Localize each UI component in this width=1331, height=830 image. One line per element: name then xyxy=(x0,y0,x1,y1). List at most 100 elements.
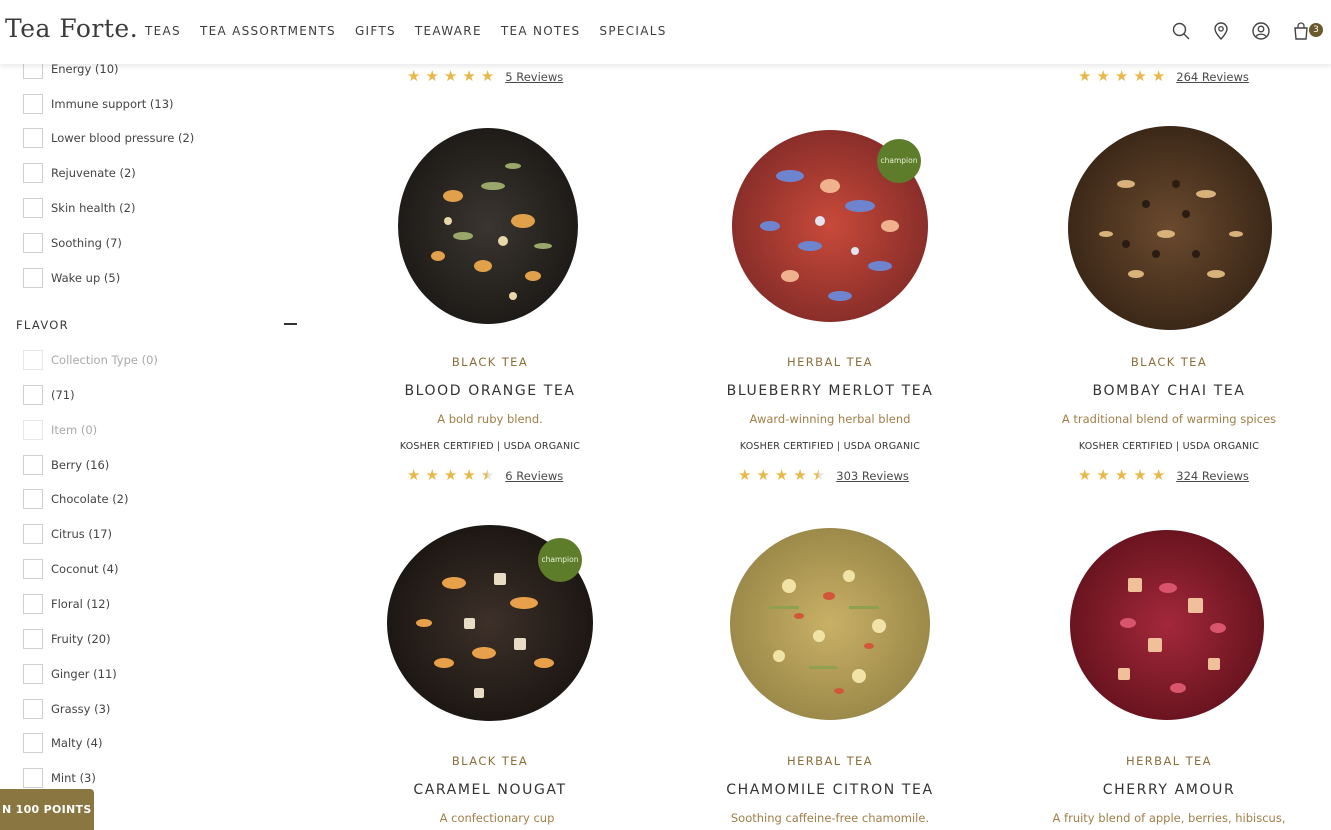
filter-checkbox[interactable] xyxy=(23,489,43,509)
reviews-link[interactable]: 264 Reviews xyxy=(1176,70,1249,84)
star-icon: ★ xyxy=(425,68,439,85)
star-icon: ★ xyxy=(480,68,495,85)
filter-soothing[interactable]: Soothing (7) xyxy=(23,233,122,253)
filter-label: Rejuvenate (2) xyxy=(51,166,136,180)
star-icon: ★ xyxy=(443,467,458,484)
filter-label: Wake up (5) xyxy=(51,271,121,285)
half-star-icon: ★ xyxy=(811,467,826,484)
star-icon: ★ xyxy=(462,467,476,484)
filter-unnamed[interactable]: (71) xyxy=(23,385,75,405)
filter-label: Skin health (2) xyxy=(51,201,136,215)
nav-tea-assortments[interactable]: TEA ASSORTMENTS xyxy=(200,24,336,38)
filter-checkbox[interactable] xyxy=(23,163,43,183)
filter-checkbox[interactable] xyxy=(23,768,43,788)
filter-immune-support[interactable]: Immune support (13) xyxy=(23,94,174,114)
filter-checkbox[interactable] xyxy=(23,64,43,79)
collapse-minus-icon[interactable] xyxy=(284,323,297,325)
filter-checkbox[interactable] xyxy=(23,268,43,288)
cherry-amour-tea-image[interactable] xyxy=(1068,528,1266,722)
product-category: HERBAL TEA xyxy=(787,754,873,768)
reviews-link[interactable]: 324 Reviews xyxy=(1176,469,1249,483)
filter-malty[interactable]: Malty (4) xyxy=(23,733,102,753)
nav-gifts[interactable]: GIFTS xyxy=(355,24,396,38)
product-category: BLACK TEA xyxy=(451,754,529,768)
filter-checkbox[interactable] xyxy=(23,94,43,114)
star-icon: ★ xyxy=(738,467,752,484)
search-icon[interactable] xyxy=(1171,21,1191,41)
filter-checkbox[interactable] xyxy=(23,524,43,544)
nav-teaware[interactable]: TEAWARE xyxy=(415,24,482,38)
star-icon: ★ xyxy=(443,68,458,85)
star-icon: ★ xyxy=(756,467,770,484)
filter-skin-health[interactable]: Skin health (2) xyxy=(23,198,135,218)
star-icon: ★ xyxy=(1096,68,1110,85)
filter-rejuvenate[interactable]: Rejuvenate (2) xyxy=(23,163,136,183)
location-pin-icon[interactable] xyxy=(1211,21,1231,41)
filter-mint[interactable]: Mint (3) xyxy=(23,768,96,788)
half-star-icon: ★ xyxy=(480,467,495,484)
filter-wake-up[interactable]: Wake up (5) xyxy=(23,268,120,288)
filter-checkbox[interactable] xyxy=(23,350,43,370)
star-icon: ★ xyxy=(1078,467,1092,484)
product-name[interactable]: CARAMEL NOUGAT xyxy=(340,782,640,798)
filter-label: Coconut (4) xyxy=(51,562,119,576)
champion-award-badge: champion xyxy=(877,139,921,183)
champion-award-badge: champion xyxy=(538,538,582,582)
blood-orange-tea-image[interactable] xyxy=(393,126,583,326)
nav-tea-notes[interactable]: TEA NOTES xyxy=(501,24,581,38)
filter-coconut[interactable]: Coconut (4) xyxy=(23,559,118,579)
filter-berry[interactable]: Berry (16) xyxy=(23,455,109,475)
filter-label: Berry (16) xyxy=(51,458,110,472)
cart-icon[interactable]: 3 xyxy=(1291,21,1323,41)
product-certifications: KOSHER CERTIFIED | USDA ORGANIC xyxy=(1078,441,1260,452)
filter-fruity[interactable]: Fruity (20) xyxy=(23,629,111,649)
nav-specials[interactable]: SPECIALS xyxy=(599,24,666,38)
header-icons: 3 xyxy=(1171,21,1323,41)
cart-count-badge: 3 xyxy=(1309,23,1323,37)
filter-checkbox[interactable] xyxy=(23,198,43,218)
filter-checkbox[interactable] xyxy=(23,455,43,475)
filter-checkbox[interactable] xyxy=(23,420,43,440)
filter-energy[interactable]: Energy (10) xyxy=(23,64,119,79)
product-description: A confectionary cup xyxy=(439,811,555,825)
rating-stars: ★ ★ ★ ★ ★ 303 Reviews xyxy=(738,468,909,483)
logo[interactable]: Tea Forte. xyxy=(5,14,138,43)
filter-collection-type[interactable]: Collection Type (0) xyxy=(23,350,158,370)
filter-checkbox[interactable] xyxy=(23,559,43,579)
chamomile-citron-tea-image[interactable] xyxy=(729,526,932,722)
filter-checkbox[interactable] xyxy=(23,385,43,405)
star-icon: ★ xyxy=(1151,467,1166,484)
filter-floral[interactable]: Floral (12) xyxy=(23,594,110,614)
filter-checkbox[interactable] xyxy=(23,233,43,253)
star-icon: ★ xyxy=(1096,467,1110,484)
filter-checkbox[interactable] xyxy=(23,699,43,719)
filter-grassy[interactable]: Grassy (3) xyxy=(23,699,110,719)
filter-checkbox[interactable] xyxy=(23,629,43,649)
filter-checkbox[interactable] xyxy=(23,664,43,684)
product-name[interactable]: CHAMOMILE CITRON TEA xyxy=(680,782,980,798)
filter-lower-blood-pressure[interactable]: Lower blood pressure (2) xyxy=(23,128,194,148)
earn-points-tab[interactable]: N 100 POINTS xyxy=(0,789,94,830)
product-name[interactable]: BOMBAY CHAI TEA xyxy=(1019,383,1319,399)
reviews-link[interactable]: 6 Reviews xyxy=(505,469,563,483)
product-description: A bold ruby blend. xyxy=(437,412,543,426)
product-name[interactable]: BLUEBERRY MERLOT TEA xyxy=(680,383,980,399)
filter-ginger[interactable]: Ginger (11) xyxy=(23,664,117,684)
nav-teas[interactable]: TEAS xyxy=(145,24,181,38)
reviews-link[interactable]: 5 Reviews xyxy=(505,70,563,84)
product-name[interactable]: CHERRY AMOUR xyxy=(1019,782,1319,798)
filter-checkbox[interactable] xyxy=(23,128,43,148)
filter-item[interactable]: Item (0) xyxy=(23,420,97,440)
flavor-section-title[interactable]: FLAVOR xyxy=(16,318,69,332)
filter-checkbox[interactable] xyxy=(23,594,43,614)
filter-checkbox[interactable] xyxy=(23,733,43,753)
filter-label: Energy (10) xyxy=(51,64,119,76)
reviews-link[interactable]: 303 Reviews xyxy=(836,469,909,483)
filter-citrus[interactable]: Citrus (17) xyxy=(23,524,112,544)
filter-sidebar: Energy (10) Immune support (13) Lower bl… xyxy=(0,64,320,830)
product-name[interactable]: BLOOD ORANGE TEA xyxy=(340,383,640,399)
filter-chocolate[interactable]: Chocolate (2) xyxy=(23,489,129,509)
product-category: HERBAL TEA xyxy=(1126,754,1212,768)
bombay-chai-tea-image[interactable] xyxy=(1066,124,1274,332)
account-icon[interactable] xyxy=(1251,21,1271,41)
